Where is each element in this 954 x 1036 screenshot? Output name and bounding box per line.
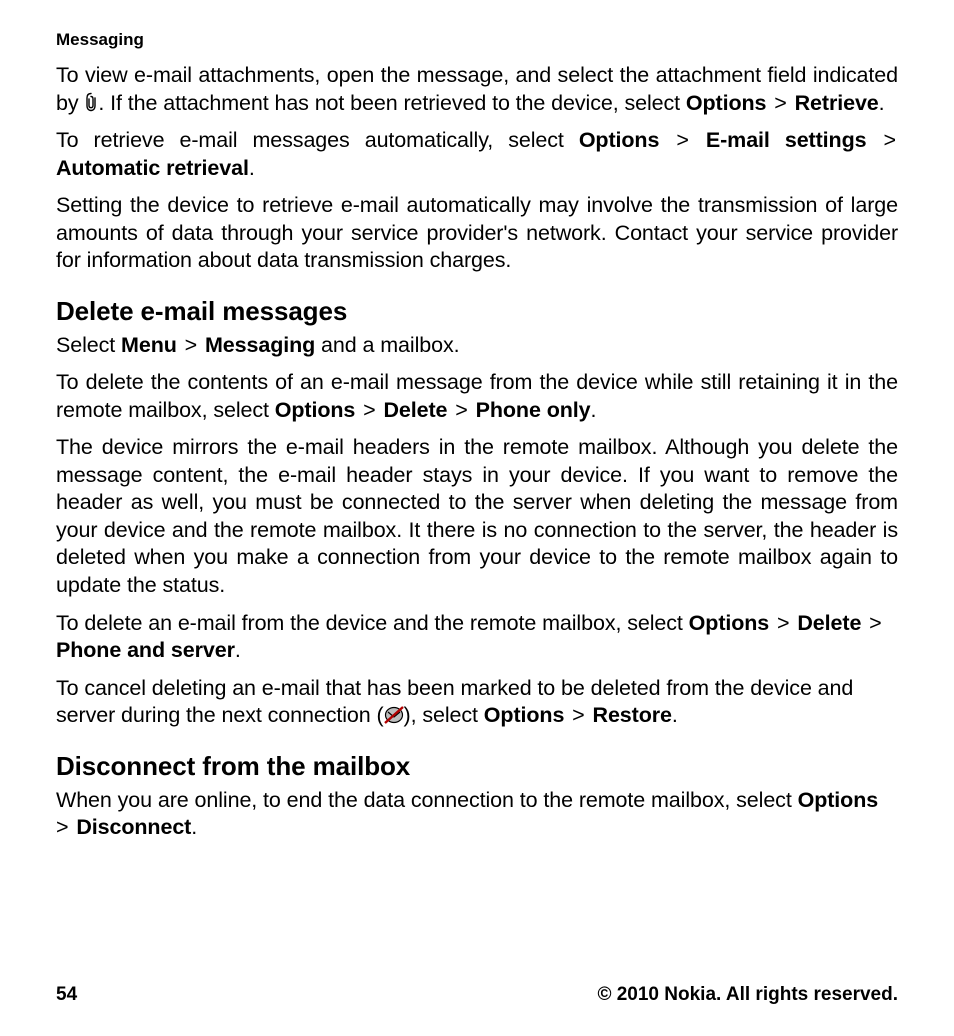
breadcrumb-sep: > [766, 91, 794, 115]
page-body: To view e-mail attachments, open the mes… [56, 62, 898, 964]
paragraph-delete-phone-server: To delete an e-mail from the device and … [56, 610, 898, 665]
ui-path-options: Options [798, 788, 879, 812]
ui-path-options: Options [275, 398, 356, 422]
paragraph-delete-phone-only: To delete the contents of an e-mail mess… [56, 369, 898, 424]
paragraph-data-warning: Setting the device to retrieve e-mail au… [56, 192, 898, 275]
text: . [249, 156, 255, 180]
breadcrumb-sep: > [355, 398, 383, 422]
paragraph-disconnect: When you are online, to end the data con… [56, 787, 898, 842]
paragraph-autoretrieve: To retrieve e-mail messages automaticall… [56, 127, 898, 182]
attachment-icon [84, 92, 98, 112]
ui-path-messaging: Messaging [205, 333, 315, 357]
ui-path-options: Options [689, 611, 770, 635]
text: ), select [404, 703, 484, 727]
text: . [879, 91, 885, 115]
ui-path-options: Options [484, 703, 565, 727]
text: . If the attachment has not been retriev… [98, 91, 686, 115]
ui-path-phone-only: Phone only [476, 398, 591, 422]
page-number: 54 [56, 984, 77, 1006]
ui-path-disconnect: Disconnect [76, 815, 191, 839]
ui-path-email-settings: E-mail settings [706, 128, 867, 152]
breadcrumb-sep: > [769, 611, 797, 635]
breadcrumb-sep: > [866, 128, 898, 152]
manual-page: Messaging To view e-mail attachments, op… [0, 0, 954, 1036]
copyright: © 2010 Nokia. All rights reserved. [597, 984, 898, 1006]
breadcrumb-sep: > [659, 128, 706, 152]
ui-path-automatic-retrieval: Automatic retrieval [56, 156, 249, 180]
ui-path-delete: Delete [797, 611, 861, 635]
ui-path-restore: Restore [593, 703, 672, 727]
text: Select [56, 333, 121, 357]
text: To retrieve e-mail messages automaticall… [56, 128, 579, 152]
ui-path-retrieve: Retrieve [795, 91, 879, 115]
breadcrumb-sep: > [447, 398, 475, 422]
text: . [672, 703, 678, 727]
paragraph-attachments: To view e-mail attachments, open the mes… [56, 62, 898, 117]
paragraph-header-mirror: The device mirrors the e-mail headers in… [56, 434, 898, 599]
running-header: Messaging [56, 30, 898, 50]
heading-delete-email: Delete e-mail messages [56, 295, 898, 328]
deleted-mail-icon [384, 706, 404, 724]
text: . [191, 815, 197, 839]
text: and a mailbox. [315, 333, 459, 357]
text: When you are online, to end the data con… [56, 788, 798, 812]
page-footer: 54 © 2010 Nokia. All rights reserved. [56, 964, 898, 1006]
paragraph-select-mailbox: Select Menu > Messaging and a mailbox. [56, 332, 898, 360]
ui-path-options: Options [579, 128, 660, 152]
ui-path-phone-and-server: Phone and server [56, 638, 235, 662]
paragraph-restore: To cancel deleting an e-mail that has be… [56, 675, 898, 730]
heading-disconnect: Disconnect from the mailbox [56, 750, 898, 783]
breadcrumb-sep: > [564, 703, 592, 727]
breadcrumb-sep: > [177, 333, 205, 357]
ui-path-menu: Menu [121, 333, 177, 357]
text: . [235, 638, 241, 662]
ui-path-delete: Delete [383, 398, 447, 422]
breadcrumb-sep: > [861, 611, 883, 635]
text: To delete an e-mail from the device and … [56, 611, 689, 635]
text: . [591, 398, 597, 422]
ui-path-options: Options [686, 91, 767, 115]
